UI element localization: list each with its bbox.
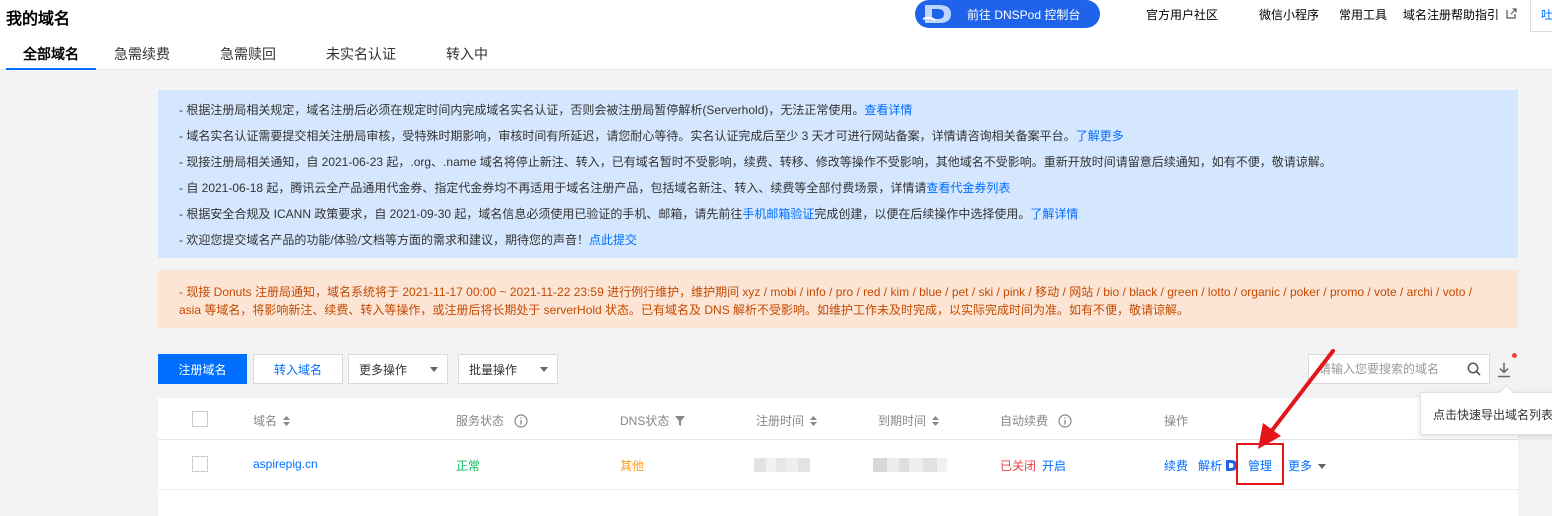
sort-icon <box>283 415 291 426</box>
mini-program-link[interactable]: 微信小程序 <box>1259 6 1319 23</box>
search-icon[interactable] <box>1467 362 1481 376</box>
auto-renew-status: 已关闭 <box>1000 459 1037 473</box>
feedback-tab[interactable]: 吐 <box>1530 0 1552 32</box>
header-auto-renew: 自动续费 <box>1000 412 1072 429</box>
external-link-icon[interactable] <box>1506 8 1517 19</box>
view-details-link[interactable]: 查看详情 <box>864 103 912 117</box>
maintenance-notice: - 现接 Donuts 注册局通知，域名系统将于 2021-11-17 00:0… <box>158 270 1518 328</box>
info-icon[interactable] <box>514 413 528 428</box>
transfer-domain-button[interactable]: 转入域名 <box>253 354 343 384</box>
notification-dot <box>1512 353 1517 358</box>
tab-transferring[interactable]: 转入中 <box>421 44 513 70</box>
dns-status-value: 其他 <box>620 459 645 473</box>
more-operations-select[interactable]: 更多操作 <box>348 354 448 384</box>
batch-operations-select[interactable]: 批量操作 <box>458 354 558 384</box>
tab-need-renewal[interactable]: 急需续费 <box>96 44 195 70</box>
learn-details-link[interactable]: 了解详情 <box>1030 207 1078 221</box>
notice-line: - 欢迎您提交域名产品的功能/体验/文档等方面的需求和建议，期待您的声音！点此提… <box>179 233 638 247</box>
info-notice: - 根据注册局相关规定，域名注册后必须在规定时间内完成域名实名认证，否则会被注册… <box>158 90 1518 258</box>
domain-name-link[interactable]: aspirepig.cn <box>253 457 318 471</box>
registration-time-redacted <box>754 458 810 472</box>
info-icon[interactable] <box>1058 413 1072 428</box>
notice-line: - 现接注册局相关通知，自 2021-06-23 起，.org、.name 域名… <box>179 155 1332 169</box>
learn-more-link[interactable]: 了解更多 <box>1076 129 1124 143</box>
community-link[interactable]: 官方用户社区 <box>1146 6 1218 23</box>
register-domain-button[interactable]: 注册域名 <box>158 354 247 384</box>
notice-line: - 根据注册局相关规定，域名注册后必须在规定时间内完成域名实名认证，否则会被注册… <box>179 103 913 117</box>
resolve-link[interactable]: 解析 <box>1198 457 1238 474</box>
header-service-status: 服务状态 <box>456 412 528 429</box>
chevron-down-icon <box>1318 464 1327 470</box>
sort-icon <box>932 415 940 426</box>
chevron-down-icon <box>540 367 548 372</box>
header-registration-time[interactable]: 注册时间 <box>756 412 818 429</box>
phone-email-verify-link[interactable]: 手机邮箱验证 <box>742 207 814 221</box>
tab-unverified[interactable]: 未实名认证 <box>301 44 421 70</box>
dnspod-console-button[interactable]: 前往 DNSPod 控制台 <box>915 0 1100 28</box>
tab-all-domains[interactable]: 全部域名 <box>6 44 96 70</box>
tools-link[interactable]: 常用工具 <box>1339 6 1387 23</box>
domain-tabs: 全部域名 急需续费 急需赎回 未实名认证 转入中 <box>6 44 513 70</box>
dnspod-logo-icon <box>919 1 959 27</box>
notice-line: - 自 2021-06-18 起，腾讯云全产品通用代金券、指定代金券均不再适用于… <box>179 181 1011 195</box>
service-status-value: 正常 <box>456 459 481 473</box>
top-header: 我的域名 前往 DNSPod 控制台 官方用户社区 微信小程序 常用工具 域名注… <box>0 0 1552 70</box>
submit-feedback-link[interactable]: 点此提交 <box>589 233 637 247</box>
sort-icon <box>810 415 818 426</box>
header-domain[interactable]: 域名 <box>253 412 291 429</box>
export-tooltip: 点击快速导出域名列表 <box>1420 392 1552 435</box>
header-actions: 操作 <box>1164 414 1189 428</box>
help-guide-link[interactable]: 域名注册帮助指引 <box>1403 6 1499 23</box>
enable-auto-renew-link[interactable]: 开启 <box>1042 457 1066 474</box>
chevron-down-icon <box>430 367 438 372</box>
notice-line: - 域名实名认证需要提交相关注册局审核，受特殊时期影响，审核时间有所延迟，请您耐… <box>179 129 1124 143</box>
select-all-checkbox[interactable] <box>192 411 208 427</box>
annotation-highlight-box <box>1236 443 1284 485</box>
annotation-arrow-icon <box>1258 349 1335 449</box>
more-actions-dropdown[interactable]: 更多 <box>1288 457 1327 474</box>
dnspod-button-label: 前往 DNSPod 控制台 <box>967 7 1081 22</box>
maintenance-notice-line2: asia 等域名，将影响新注、续费、转入等操作，或注册后将长期处于 server… <box>179 303 1190 317</box>
notice-line: - 根据安全合规及 ICANN 政策要求，自 2021-09-30 起，域名信息… <box>179 207 1079 221</box>
filter-icon[interactable] <box>675 415 686 426</box>
download-icon[interactable] <box>1497 362 1511 378</box>
renew-link[interactable]: 续费 <box>1164 457 1188 474</box>
header-dns-status: DNS状态 <box>620 412 686 429</box>
header-expiration-time[interactable]: 到期时间 <box>878 412 940 429</box>
expiration-time-redacted <box>873 458 947 472</box>
maintenance-notice-line1: - 现接 Donuts 注册局通知，域名系统将于 2021-11-17 00:0… <box>179 285 1473 299</box>
tab-need-redeem[interactable]: 急需赎回 <box>195 44 301 70</box>
row-checkbox[interactable] <box>192 456 208 472</box>
voucher-list-link[interactable]: 查看代金券列表 <box>926 181 1010 195</box>
page-title: 我的域名 <box>6 11 71 28</box>
